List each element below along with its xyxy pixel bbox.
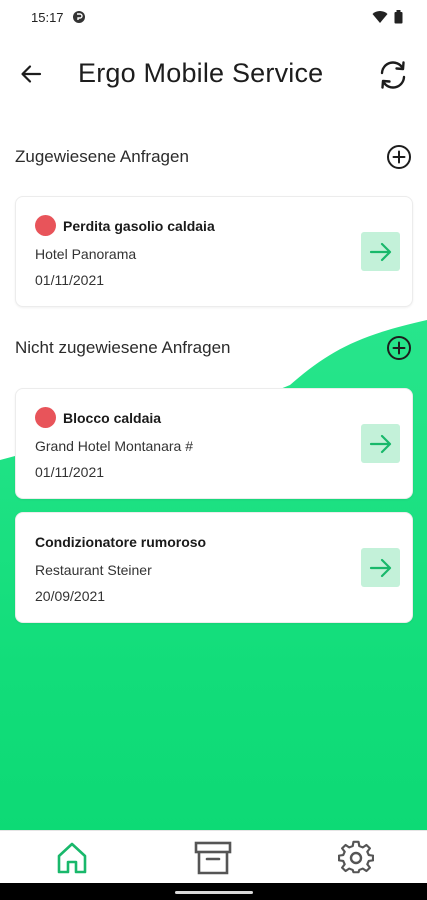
gear-icon bbox=[338, 840, 374, 874]
plus-circle-icon bbox=[387, 336, 411, 360]
nav-home[interactable] bbox=[52, 839, 92, 877]
arrow-left-icon bbox=[21, 65, 42, 83]
clock: 15:17 bbox=[31, 9, 64, 25]
request-date: 20/09/2021 bbox=[35, 588, 106, 604]
wifi-icon bbox=[372, 11, 388, 23]
request-location: Hotel Panorama bbox=[35, 246, 137, 262]
refresh-button[interactable] bbox=[374, 56, 412, 94]
card-title-row: Perdita gasolio caldaia bbox=[35, 215, 215, 236]
sync-icon bbox=[380, 61, 406, 89]
page-title: Ergo Mobile Service bbox=[78, 58, 324, 88]
urgent-indicator bbox=[35, 215, 56, 236]
request-date: 01/11/2021 bbox=[35, 272, 105, 288]
add-unassigned-button[interactable] bbox=[385, 334, 413, 362]
request-location: Grand Hotel Montanara # bbox=[35, 438, 193, 454]
arrow-right-icon bbox=[369, 242, 391, 261]
card-title-row: Condizionatore rumoroso bbox=[35, 534, 206, 550]
arrow-right-icon bbox=[369, 558, 391, 577]
assigned-section-title: Zugewiesene Anfragen bbox=[15, 147, 189, 166]
bottom-navigation bbox=[0, 830, 427, 883]
open-request-button[interactable] bbox=[361, 232, 400, 271]
back-button[interactable] bbox=[14, 57, 48, 91]
status-bar: 15:17 bbox=[0, 0, 427, 34]
nav-archive[interactable] bbox=[193, 839, 233, 877]
request-card[interactable]: Blocco caldaia Grand Hotel Montanara # 0… bbox=[15, 388, 413, 499]
open-request-button[interactable] bbox=[361, 424, 400, 463]
request-title: Condizionatore rumoroso bbox=[35, 534, 207, 550]
nav-settings[interactable] bbox=[336, 839, 376, 877]
home-icon bbox=[57, 842, 87, 874]
card-title-row: Blocco caldaia bbox=[35, 407, 161, 428]
archive-icon bbox=[194, 841, 232, 875]
app-notification-icon bbox=[72, 11, 85, 23]
unassigned-section-title: Nicht zugewiesene Anfragen bbox=[15, 338, 231, 357]
request-title: Blocco caldaia bbox=[63, 409, 162, 426]
add-assigned-button[interactable] bbox=[385, 143, 413, 171]
request-date: 01/11/2021 bbox=[35, 464, 105, 480]
battery-icon bbox=[394, 10, 403, 24]
assigned-section-header: Zugewiesene Anfragen bbox=[15, 142, 413, 172]
urgent-indicator bbox=[35, 407, 56, 428]
app-bar: Ergo Mobile Service bbox=[0, 46, 427, 104]
open-request-button[interactable] bbox=[361, 548, 400, 587]
arrow-right-icon bbox=[369, 434, 391, 453]
request-card[interactable]: Perdita gasolio caldaia Hotel Panorama 0… bbox=[15, 196, 413, 307]
request-location: Restaurant Steiner bbox=[35, 562, 152, 578]
unassigned-section-header: Nicht zugewiesene Anfragen bbox=[15, 333, 413, 363]
request-card[interactable]: Condizionatore rumoroso Restaurant Stein… bbox=[15, 512, 413, 623]
plus-circle-icon bbox=[387, 145, 411, 169]
request-title: Perdita gasolio caldaia bbox=[63, 217, 215, 234]
home-indicator[interactable] bbox=[175, 891, 253, 894]
gesture-bar bbox=[0, 883, 427, 900]
